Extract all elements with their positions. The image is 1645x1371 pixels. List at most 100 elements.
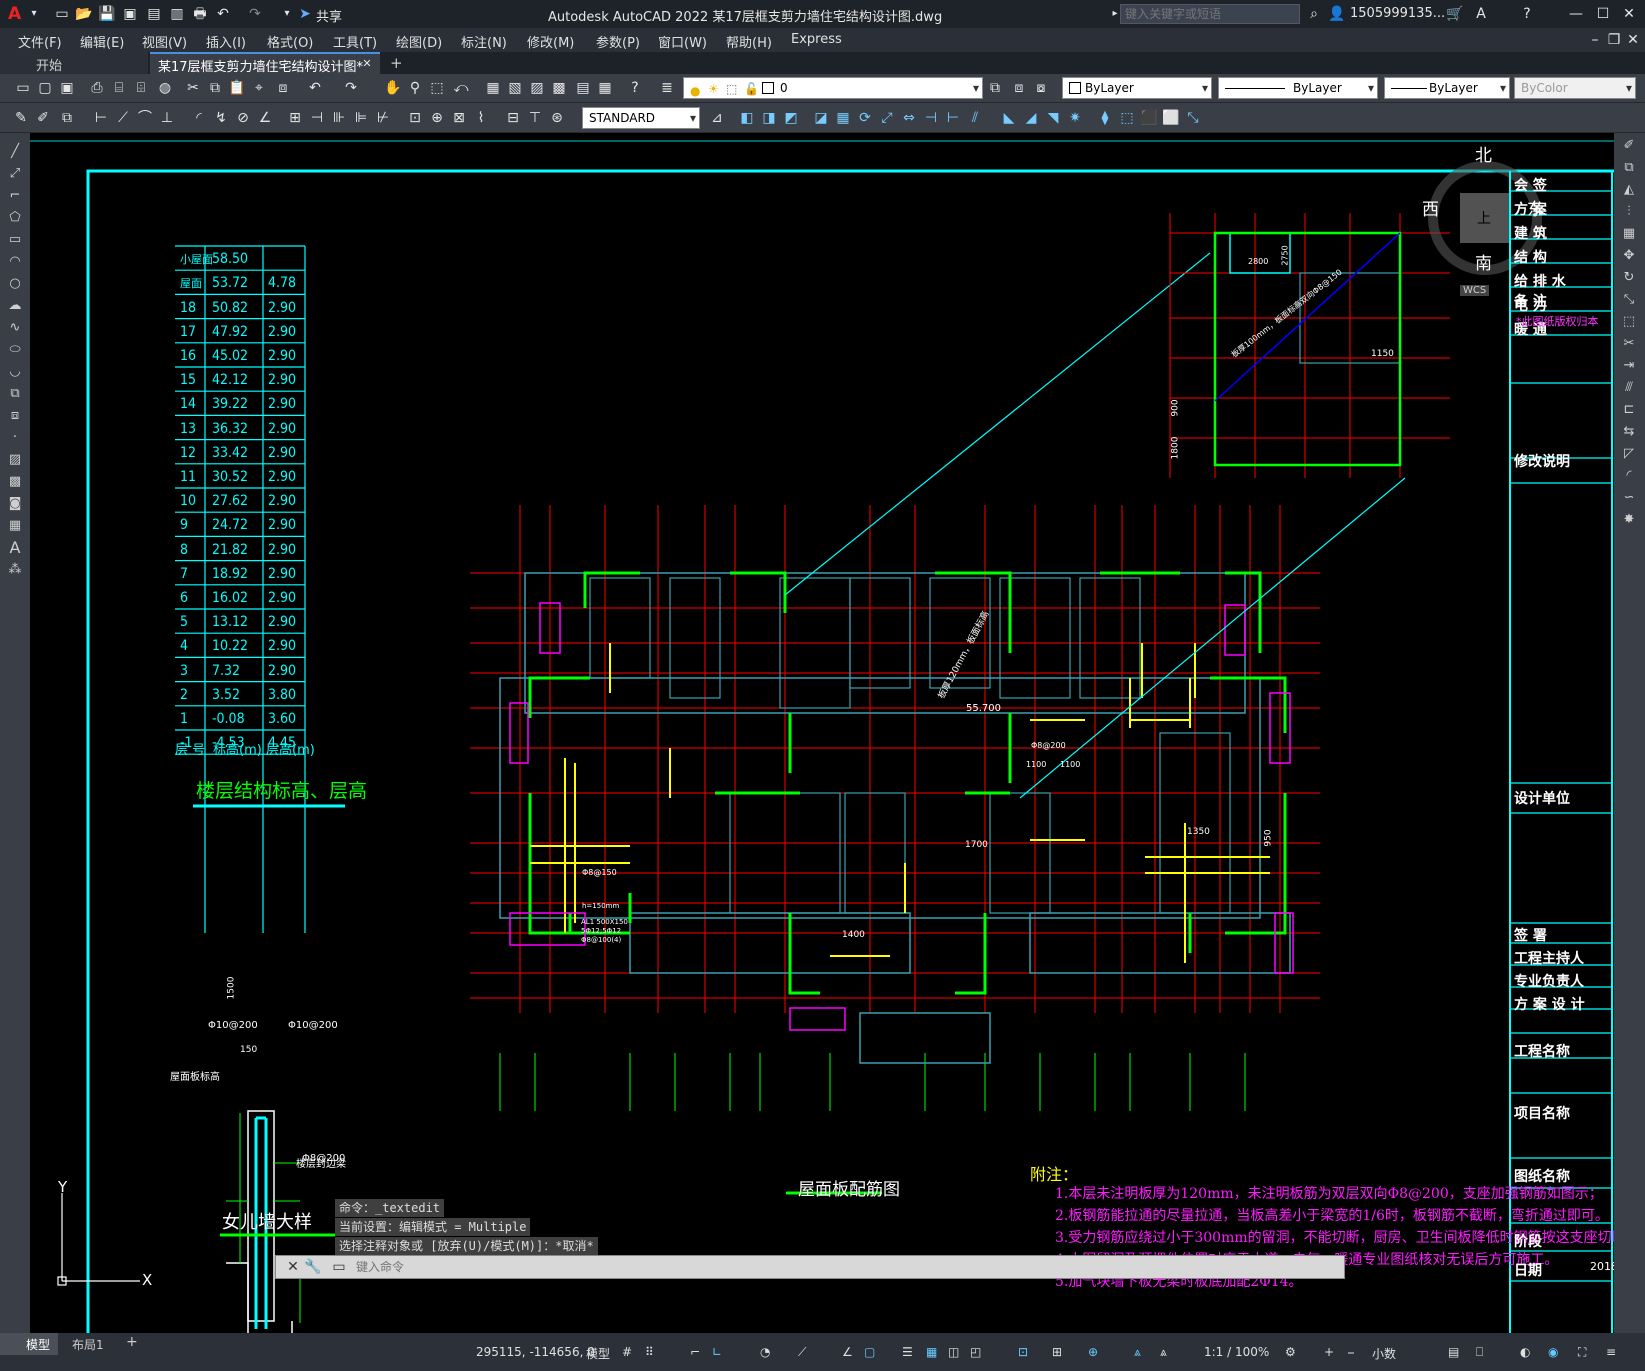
- menu-file[interactable]: 文件(F): [18, 32, 62, 51]
- mtext-icon[interactable]: A: [6, 539, 24, 557]
- user-name[interactable]: 1505999135...: [1350, 6, 1445, 21]
- cart-icon[interactable]: 🛒: [1446, 5, 1464, 23]
- block-editor-icon[interactable]: ⧈: [274, 79, 292, 97]
- isolate-objects-icon[interactable]: ◐: [1520, 1345, 1530, 1359]
- jogged-linear-icon[interactable]: ⌇: [472, 109, 490, 127]
- chamfer-modify-icon[interactable]: ◸: [1620, 445, 1638, 463]
- isodraft-icon[interactable]: ⟋: [798, 1345, 806, 1360]
- jogged-dim-icon[interactable]: ↯: [212, 109, 230, 127]
- units-value[interactable]: 小数: [1372, 1345, 1396, 1362]
- maximize-icon[interactable]: ☐: [1594, 5, 1612, 23]
- quick-dim-icon[interactable]: ⊞: [286, 109, 304, 127]
- array-modify-icon[interactable]: ▦: [1620, 225, 1638, 243]
- menu-help[interactable]: 帮助(H): [726, 32, 772, 51]
- zoom-realtime-icon[interactable]: ⚲: [406, 79, 424, 97]
- baseline-dim-icon[interactable]: ⊣: [308, 109, 326, 127]
- plot-icon[interactable]: 🖶: [191, 5, 209, 23]
- save-icon[interactable]: 💾: [98, 5, 116, 23]
- fillet-modify-icon[interactable]: ◜: [1620, 467, 1638, 485]
- copy-modify-icon[interactable]: ⧉: [1620, 159, 1638, 177]
- annotation-monitor-icon[interactable]: +: [1324, 1345, 1334, 1359]
- menu-modify[interactable]: 修改(M): [527, 32, 574, 51]
- sheet-set-icon[interactable]: ▩: [550, 79, 568, 97]
- dynamic-ucs-icon[interactable]: ⊡: [1018, 1345, 1028, 1359]
- add-selected-icon[interactable]: ⁂: [6, 561, 24, 579]
- layer-on-icon[interactable]: ●: [690, 81, 700, 101]
- quick-properties-icon[interactable]: ▤: [1448, 1345, 1459, 1359]
- layer-vp-freeze-icon[interactable]: ⬚: [726, 79, 737, 99]
- workspace-gear-icon[interactable]: ⚙: [1285, 1345, 1296, 1359]
- polyline-icon[interactable]: ⌐: [6, 187, 24, 205]
- markup-icon[interactable]: ▤: [574, 79, 592, 97]
- offset-modify-icon[interactable]: ⫶: [1620, 203, 1638, 221]
- doc-minimize-icon[interactable]: –: [1586, 31, 1604, 49]
- layer-properties-icon[interactable]: ≣: [658, 79, 676, 97]
- tab-start[interactable]: 开始: [0, 52, 148, 74]
- continue-dim-icon[interactable]: ⊪: [330, 109, 348, 127]
- scale-icon[interactable]: ⤢: [878, 109, 896, 127]
- xline-icon[interactable]: ⤢: [6, 165, 24, 183]
- make-current-icon[interactable]: ⧉: [986, 79, 1004, 97]
- radius-dim-icon[interactable]: ◜: [190, 109, 208, 127]
- drawing-canvas[interactable]: 小屋面 58.50 屋面 53.72 4.78 18 50.82 2.90 17 47.92 2.9…: [30, 133, 1614, 1333]
- explode-icon[interactable]: ✷: [1066, 109, 1084, 127]
- layer-freeze-icon[interactable]: ☀: [708, 79, 719, 99]
- save-as-icon[interactable]: ▣: [121, 5, 139, 23]
- diameter-dim-icon[interactable]: ⊘: [234, 109, 252, 127]
- table-icon[interactable]: ▦: [6, 517, 24, 535]
- layout-tab[interactable]: 布局1: [72, 1336, 104, 1353]
- lineweight-icon[interactable]: ☰: [902, 1345, 913, 1359]
- lineweight-dropdown[interactable]: ByLayer: [1384, 77, 1510, 99]
- undo-toolbar-icon[interactable]: ↶: [306, 79, 324, 97]
- move-modify-icon[interactable]: ✥: [1620, 247, 1638, 265]
- offset-icon[interactable]: ◪: [812, 109, 830, 127]
- layer-state-icon[interactable]: ⧇: [1032, 79, 1050, 97]
- dim-update-icon[interactable]: ⊛: [548, 109, 566, 127]
- lengthen-icon[interactable]: ⬛: [1140, 109, 1158, 127]
- 3dprint-icon[interactable]: ◍: [156, 79, 174, 97]
- dim-style-icon[interactable]: ⊿: [708, 109, 726, 127]
- stretch-icon[interactable]: ⇔: [900, 109, 918, 127]
- gizmo-icon[interactable]: ⊕: [1088, 1345, 1098, 1359]
- open-file-icon[interactable]: 📂: [75, 5, 93, 23]
- align-icon[interactable]: ⬚: [1118, 109, 1136, 127]
- fillet-icon[interactable]: ◢: [1022, 109, 1040, 127]
- trim-modify-icon[interactable]: ✂: [1620, 335, 1638, 353]
- tolerance-icon[interactable]: ⊡: [406, 109, 424, 127]
- explode-modify-icon[interactable]: ✸: [1620, 511, 1638, 529]
- zoom-previous-icon[interactable]: ⤺: [452, 79, 470, 97]
- array-icon[interactable]: ▦: [834, 109, 852, 127]
- edit-icon-2[interactable]: ✐: [34, 109, 52, 127]
- gradient-icon[interactable]: ▩: [6, 473, 24, 491]
- linetype-dropdown[interactable]: ByLayer: [1218, 77, 1378, 99]
- coordinate-readout[interactable]: 295115, -114656, 0: [476, 1345, 595, 1359]
- tool-palettes-icon[interactable]: ▨: [528, 79, 546, 97]
- user-icon[interactable]: 👤: [1328, 5, 1346, 23]
- command-customize-icon[interactable]: 🔧: [304, 1258, 322, 1276]
- layer-previous-icon[interactable]: ⧈: [1010, 79, 1028, 97]
- customization-icon[interactable]: ≡: [1606, 1345, 1616, 1359]
- command-close-icon[interactable]: ✕: [284, 1258, 302, 1276]
- dim-edit-icon[interactable]: ⊟: [504, 109, 522, 127]
- layer-lock-icon[interactable]: 🔓: [744, 79, 759, 99]
- color-dropdown[interactable]: ByLayer: [1062, 77, 1212, 99]
- menu-dimension[interactable]: 标注(N): [461, 32, 507, 51]
- menu-tools[interactable]: 工具(T): [333, 32, 377, 51]
- circle-icon[interactable]: ○: [6, 275, 24, 293]
- join-modify-icon[interactable]: ⇆: [1620, 423, 1638, 441]
- region-icon[interactable]: ◙: [6, 495, 24, 513]
- mirror-icon[interactable]: ◩: [782, 109, 800, 127]
- publish-icon[interactable]: ⌹: [132, 79, 150, 97]
- search-input[interactable]: [1120, 4, 1300, 24]
- rectangle-icon[interactable]: ▭: [6, 231, 24, 249]
- selection-cycling-icon[interactable]: ◫: [948, 1345, 959, 1359]
- menu-format[interactable]: 格式(O): [267, 32, 313, 51]
- selection-filter-icon[interactable]: ⊞: [1052, 1345, 1062, 1359]
- add-layout-button[interactable]: +: [126, 1334, 138, 1350]
- open-icon[interactable]: ▢: [36, 79, 54, 97]
- mirror-modify-icon[interactable]: ◭: [1620, 181, 1638, 199]
- menu-express[interactable]: Express: [791, 32, 842, 47]
- erase-icon[interactable]: ✐: [1620, 137, 1638, 155]
- print-icon[interactable]: ⎙: [88, 79, 106, 97]
- revcloud-icon[interactable]: ☁: [6, 297, 24, 315]
